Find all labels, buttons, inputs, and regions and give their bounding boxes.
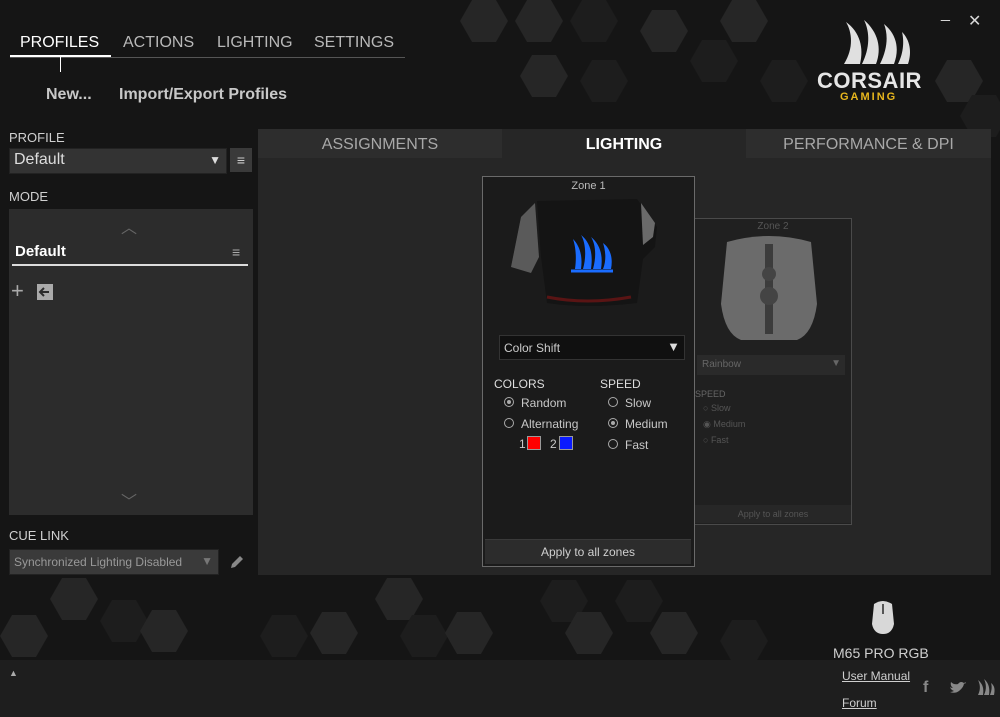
bg-hex — [650, 612, 698, 654]
color-swatch-1[interactable] — [527, 436, 541, 450]
bg-hex — [720, 620, 768, 662]
swatch-2-index: 2 — [550, 437, 557, 451]
colors-label: COLORS — [494, 377, 545, 391]
tab-profiles[interactable]: PROFILES — [20, 34, 99, 52]
bg-hex — [400, 615, 448, 657]
bg-hex — [615, 580, 663, 622]
zone2-effect-dropdown[interactable]: Rainbow ▼ — [697, 355, 845, 375]
color-random-radio[interactable] — [504, 397, 514, 407]
bg-hex — [760, 60, 808, 102]
bg-hex — [140, 610, 188, 652]
add-mode-icon[interactable]: + — [11, 280, 24, 302]
close-button[interactable]: ✕ — [968, 11, 981, 31]
speed-slow-label[interactable]: Slow — [625, 396, 651, 410]
tab-settings[interactable]: SETTINGS — [314, 34, 394, 52]
tab-assignments[interactable]: ASSIGNMENTS — [258, 129, 502, 158]
chevron-down-icon: ▼ — [667, 339, 680, 354]
zone1-effect-value: Color Shift — [504, 341, 561, 355]
bg-hex — [580, 60, 628, 102]
bg-hex — [690, 40, 738, 82]
color-alternating-radio[interactable] — [504, 418, 514, 428]
twitter-icon[interactable] — [949, 681, 967, 695]
bg-hex — [640, 10, 688, 52]
bg-hex — [720, 0, 768, 42]
pencil-icon[interactable] — [228, 553, 246, 571]
bg-hex — [520, 55, 568, 97]
bg-hex — [50, 578, 98, 620]
zone2-speed-slow-label: Slow — [710, 403, 731, 413]
speed-slow-radio[interactable] — [608, 397, 618, 407]
cue-link-selected: Synchronized Lighting Disabled — [14, 555, 183, 569]
bg-hex — [460, 0, 508, 42]
zone2-speed-medium-label: Medium — [713, 419, 746, 429]
chevron-down-icon: ▼ — [209, 153, 221, 167]
chevron-up-icon[interactable]: ︿ — [121, 214, 137, 238]
device-name: M65 PRO RGB — [833, 645, 929, 661]
zone1-card: Zone 1 Color Shift ▼ COLORS SPEED Random… — [482, 176, 695, 567]
bg-hex — [375, 578, 423, 620]
collapse-icon[interactable]: ▲ — [9, 668, 18, 678]
chevron-down-icon: ▼ — [831, 358, 841, 369]
speed-label: SPEED — [600, 377, 641, 391]
speed-medium-label[interactable]: Medium — [625, 417, 668, 431]
bg-hex — [310, 612, 358, 654]
zone2-apply-button[interactable]: Apply to all zones — [695, 505, 851, 523]
bg-hex — [515, 0, 563, 42]
tab-actions[interactable]: ACTIONS — [123, 34, 194, 52]
import-mode-icon[interactable] — [36, 283, 54, 301]
zone2-card[interactable]: Zone 2 Rainbow ▼ SPEED ○ Slow ◉ Medium ○… — [694, 218, 852, 525]
profile-selected: Default — [14, 151, 65, 168]
profile-label: PROFILE — [9, 130, 65, 145]
zone2-speed-medium[interactable]: ◉ Medium — [703, 419, 745, 430]
zone2-speed-fast-label: Fast — [710, 435, 729, 445]
import-export-button[interactable]: Import/Export Profiles — [119, 86, 287, 104]
zone1-effect-dropdown[interactable]: Color Shift ▼ — [499, 335, 685, 360]
mouse-device-icon[interactable] — [870, 600, 896, 636]
tab-lighting-nav[interactable]: LIGHTING — [217, 34, 293, 52]
mode-menu-icon[interactable]: ≡ — [232, 244, 240, 260]
corsair-icon[interactable] — [976, 678, 996, 696]
mouse-palm-image — [511, 199, 657, 306]
bg-hex — [0, 615, 48, 657]
corsair-sails-icon — [844, 20, 910, 64]
nav-indicator-tick — [60, 57, 61, 72]
bg-hex — [445, 612, 493, 654]
mouse-top-image — [721, 236, 817, 340]
user-manual-link[interactable]: User Manual — [842, 669, 910, 683]
zone2-speed-fast[interactable]: ○ Fast — [703, 435, 728, 445]
speed-medium-radio[interactable] — [608, 418, 618, 428]
minimize-button[interactable]: _ — [941, 5, 950, 23]
tab-performance[interactable]: PERFORMANCE & DPI — [746, 129, 991, 158]
mode-item-default[interactable]: Default — [15, 243, 66, 260]
mode-selected-underline — [12, 264, 248, 266]
bg-hex — [570, 0, 618, 42]
profile-dropdown[interactable]: Default ▼ — [9, 148, 227, 174]
zone2-effect-value: Rainbow — [702, 359, 741, 370]
apply-to-all-zones-button[interactable]: Apply to all zones — [485, 539, 691, 564]
main-nav: PROFILES ACTIONS LIGHTING SETTINGS — [10, 30, 405, 58]
zone2-title: Zone 2 — [757, 221, 789, 232]
facebook-icon[interactable]: f — [923, 679, 928, 697]
bg-hex — [260, 615, 308, 657]
tab-lighting[interactable]: LIGHTING — [502, 129, 746, 158]
color-random-label[interactable]: Random — [521, 396, 566, 410]
speed-fast-label[interactable]: Fast — [625, 438, 648, 452]
brand-sub: GAMING — [840, 91, 898, 103]
chevron-down-icon: ▼ — [201, 554, 213, 568]
color-swatch-2[interactable] — [559, 436, 573, 450]
forum-link[interactable]: Forum — [842, 696, 877, 710]
zone2-speed-label: SPEED — [695, 389, 726, 399]
cue-link-dropdown[interactable]: Synchronized Lighting Disabled ▼ — [9, 549, 219, 575]
speed-fast-radio[interactable] — [608, 439, 618, 449]
zone2-speed-slow[interactable]: ○ Slow — [703, 403, 730, 413]
color-alternating-label[interactable]: Alternating — [521, 417, 578, 431]
cue-link-label: CUE LINK — [9, 528, 69, 543]
profile-menu-button[interactable]: ≡ — [230, 148, 252, 172]
swatch-1-index: 1 — [519, 437, 526, 451]
chevron-down-icon[interactable]: ﹀ — [121, 488, 137, 512]
new-profile-button[interactable]: New... — [46, 86, 92, 104]
bg-hex — [100, 600, 148, 642]
mode-label: MODE — [9, 189, 48, 204]
zone1-title: Zone 1 — [571, 180, 606, 192]
